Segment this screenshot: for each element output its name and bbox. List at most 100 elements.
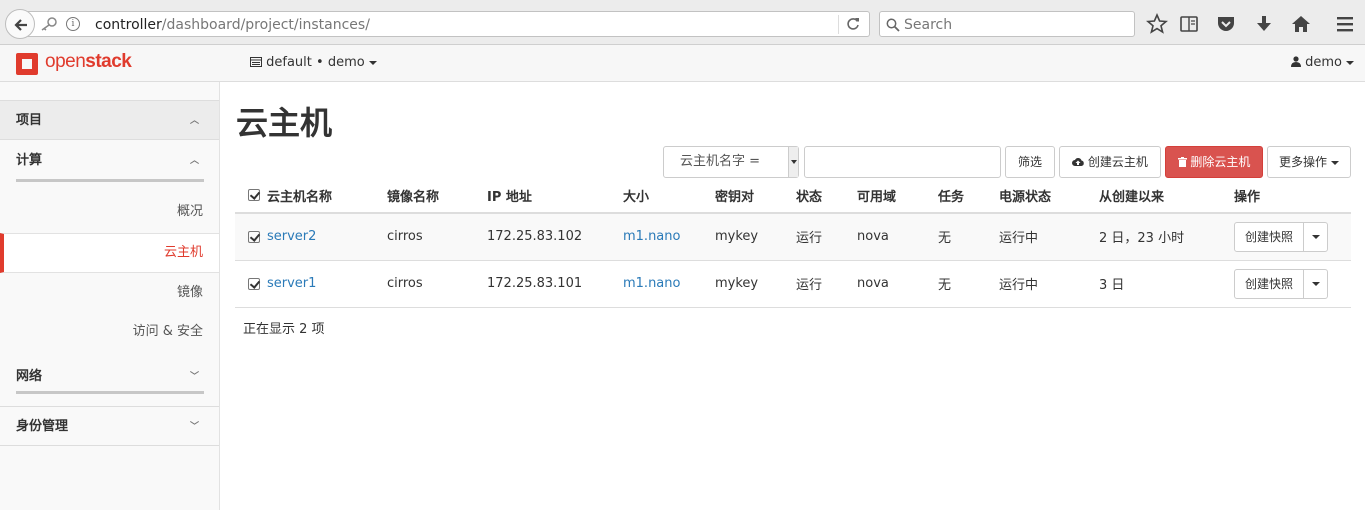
create-snapshot-button[interactable]: 创建快照 (1235, 269, 1304, 298)
column-header: 操作 (1234, 178, 1351, 214)
column-header[interactable]: 任务 (938, 178, 999, 214)
brand-open: open (45, 51, 86, 72)
search-placeholder: Search (904, 17, 953, 33)
checkbox[interactable] (248, 189, 260, 201)
menu-icon[interactable] (1334, 13, 1356, 35)
caret-down-icon (1331, 160, 1339, 165)
task-cell: 无 (938, 260, 999, 308)
instances-table: 云主机名称 镜像名称 IP 地址 大小 密钥对 状态 可用域 任务 电源状态 从… (235, 178, 1351, 308)
download-icon[interactable] (1253, 13, 1275, 35)
filter-input[interactable] (804, 146, 1001, 178)
sidebar: 项目 ︿ 计算 ︿ 概况 云主机 镜像 访问 & 安全 网络 ﹀ 身份管理 ﹀ (0, 82, 220, 510)
status-cell: 运行 (796, 260, 857, 308)
column-header[interactable]: 电源状态 (999, 178, 1099, 214)
create-snapshot-button[interactable]: 创建快照 (1235, 222, 1304, 251)
bookmark-star-icon[interactable] (1146, 13, 1168, 35)
sidebar-section-label: 项目 (16, 113, 43, 128)
brand-name[interactable]: openstack (45, 51, 132, 73)
column-header[interactable]: 可用域 (857, 178, 938, 214)
ip-address-cell: 172.25.83.101 (487, 260, 623, 308)
column-header[interactable]: 从创建以来 (1099, 178, 1234, 214)
chevron-up-icon: ︿ (189, 156, 199, 166)
sidebar-item-instances[interactable]: 云主机 (0, 233, 219, 273)
age-cell: 3 日 (1099, 260, 1234, 308)
more-actions-button[interactable]: 更多操作 (1267, 146, 1351, 178)
main-content: 云主机 云主机名字 = 筛选 创建云主机 删除云主机 更多操作 云主机名称 镜像… (220, 82, 1365, 510)
sidebar-section-project[interactable]: 项目 ︿ (0, 100, 219, 140)
status-cell: 运行 (796, 213, 857, 261)
filter-button[interactable]: 筛选 (1005, 146, 1055, 178)
instance-name-link[interactable]: server1 (267, 276, 316, 291)
key-icon[interactable] (40, 17, 58, 31)
url-bar[interactable]: i controller/dashboard/project/instances… (28, 11, 870, 37)
user-icon (1291, 56, 1301, 67)
flavor-link[interactable]: m1.nano (623, 229, 680, 244)
reload-icon[interactable] (846, 17, 860, 31)
row-actions: 创建快照 (1234, 221, 1328, 252)
checkbox[interactable] (248, 277, 260, 290)
table-header-row: 云主机名称 镜像名称 IP 地址 大小 密钥对 状态 可用域 任务 电源状态 从… (235, 178, 1351, 214)
column-header[interactable]: 云主机名称 (267, 178, 387, 214)
sidebar-item-label: 云主机 (163, 245, 203, 260)
divider (16, 391, 204, 394)
image-name-cell: cirros (387, 213, 487, 261)
power-state-cell: 运行中 (999, 213, 1099, 261)
filter-field-select[interactable]: 云主机名字 = (663, 146, 799, 178)
image-name-cell: cirros (387, 260, 487, 308)
select-all-checkbox[interactable] (235, 178, 267, 214)
user-menu[interactable]: demo (1291, 55, 1355, 70)
sidebar-item-images[interactable]: 镜像 (0, 274, 219, 312)
divider (16, 179, 204, 182)
project-switcher[interactable]: default • demo (250, 55, 377, 70)
chevron-up-icon: ︿ (189, 116, 199, 126)
search-icon (886, 18, 900, 32)
actions-cell: 创建快照 (1234, 213, 1351, 261)
sidebar-section-label: 身份管理 (16, 419, 69, 434)
pocket-icon[interactable] (1215, 13, 1237, 35)
more-actions-label: 更多操作 (1278, 155, 1327, 169)
project-label: default • demo (266, 55, 365, 70)
reading-list-icon[interactable] (1178, 13, 1200, 35)
table-row: server2 cirros 172.25.83.102 m1.nano myk… (235, 213, 1351, 261)
column-header[interactable]: 密钥对 (715, 178, 796, 214)
home-icon[interactable] (1290, 13, 1312, 35)
task-cell: 无 (938, 213, 999, 261)
availability-zone-cell: nova (857, 260, 938, 308)
openstack-logo-icon[interactable] (16, 53, 38, 75)
caret-down-icon (1346, 60, 1355, 65)
create-instance-button[interactable]: 创建云主机 (1059, 146, 1161, 178)
checkbox[interactable] (248, 230, 260, 243)
row-select[interactable] (235, 213, 267, 261)
sidebar-item-label: 镜像 (176, 285, 203, 300)
item-count: 正在显示 2 项 (243, 322, 325, 337)
availability-zone-cell: nova (857, 213, 938, 261)
url-separator (838, 15, 839, 34)
instance-name-link[interactable]: server2 (267, 229, 316, 244)
sidebar-item-access-security[interactable]: 访问 & 安全 (0, 313, 219, 351)
sidebar-item-overview[interactable]: 概况 (0, 193, 219, 231)
row-actions-dropdown-toggle[interactable] (1305, 270, 1327, 298)
row-select[interactable] (235, 260, 267, 308)
url-path: /dashboard/project/instances/ (161, 17, 370, 33)
back-button[interactable] (5, 9, 35, 39)
info-icon[interactable]: i (66, 17, 80, 31)
column-header[interactable]: IP 地址 (487, 178, 623, 214)
select-arrow-icon (788, 147, 798, 177)
delete-instance-button[interactable]: 删除云主机 (1165, 146, 1263, 178)
column-header[interactable]: 镜像名称 (387, 178, 487, 214)
user-name: demo (1305, 55, 1343, 70)
url-text[interactable]: controller/dashboard/project/instances/ (95, 17, 370, 33)
search-input[interactable]: Search (879, 11, 1135, 37)
column-header[interactable]: 状态 (796, 178, 857, 214)
sidebar-section-identity[interactable]: 身份管理 ﹀ (0, 406, 219, 446)
column-header[interactable]: 大小 (623, 178, 715, 214)
sidebar-section-compute[interactable]: 计算 ︿ (0, 140, 219, 182)
age-cell: 2 日，23 小时 (1099, 213, 1234, 261)
sidebar-section-label: 网络 (16, 369, 43, 384)
trash-icon (1177, 157, 1187, 167)
browser-toolbar: i controller/dashboard/project/instances… (0, 0, 1365, 45)
app-header: openstack default • demo demo (0, 45, 1365, 82)
flavor-link[interactable]: m1.nano (623, 276, 680, 291)
row-actions-dropdown-toggle[interactable] (1305, 223, 1327, 251)
row-actions: 创建快照 (1234, 268, 1328, 299)
